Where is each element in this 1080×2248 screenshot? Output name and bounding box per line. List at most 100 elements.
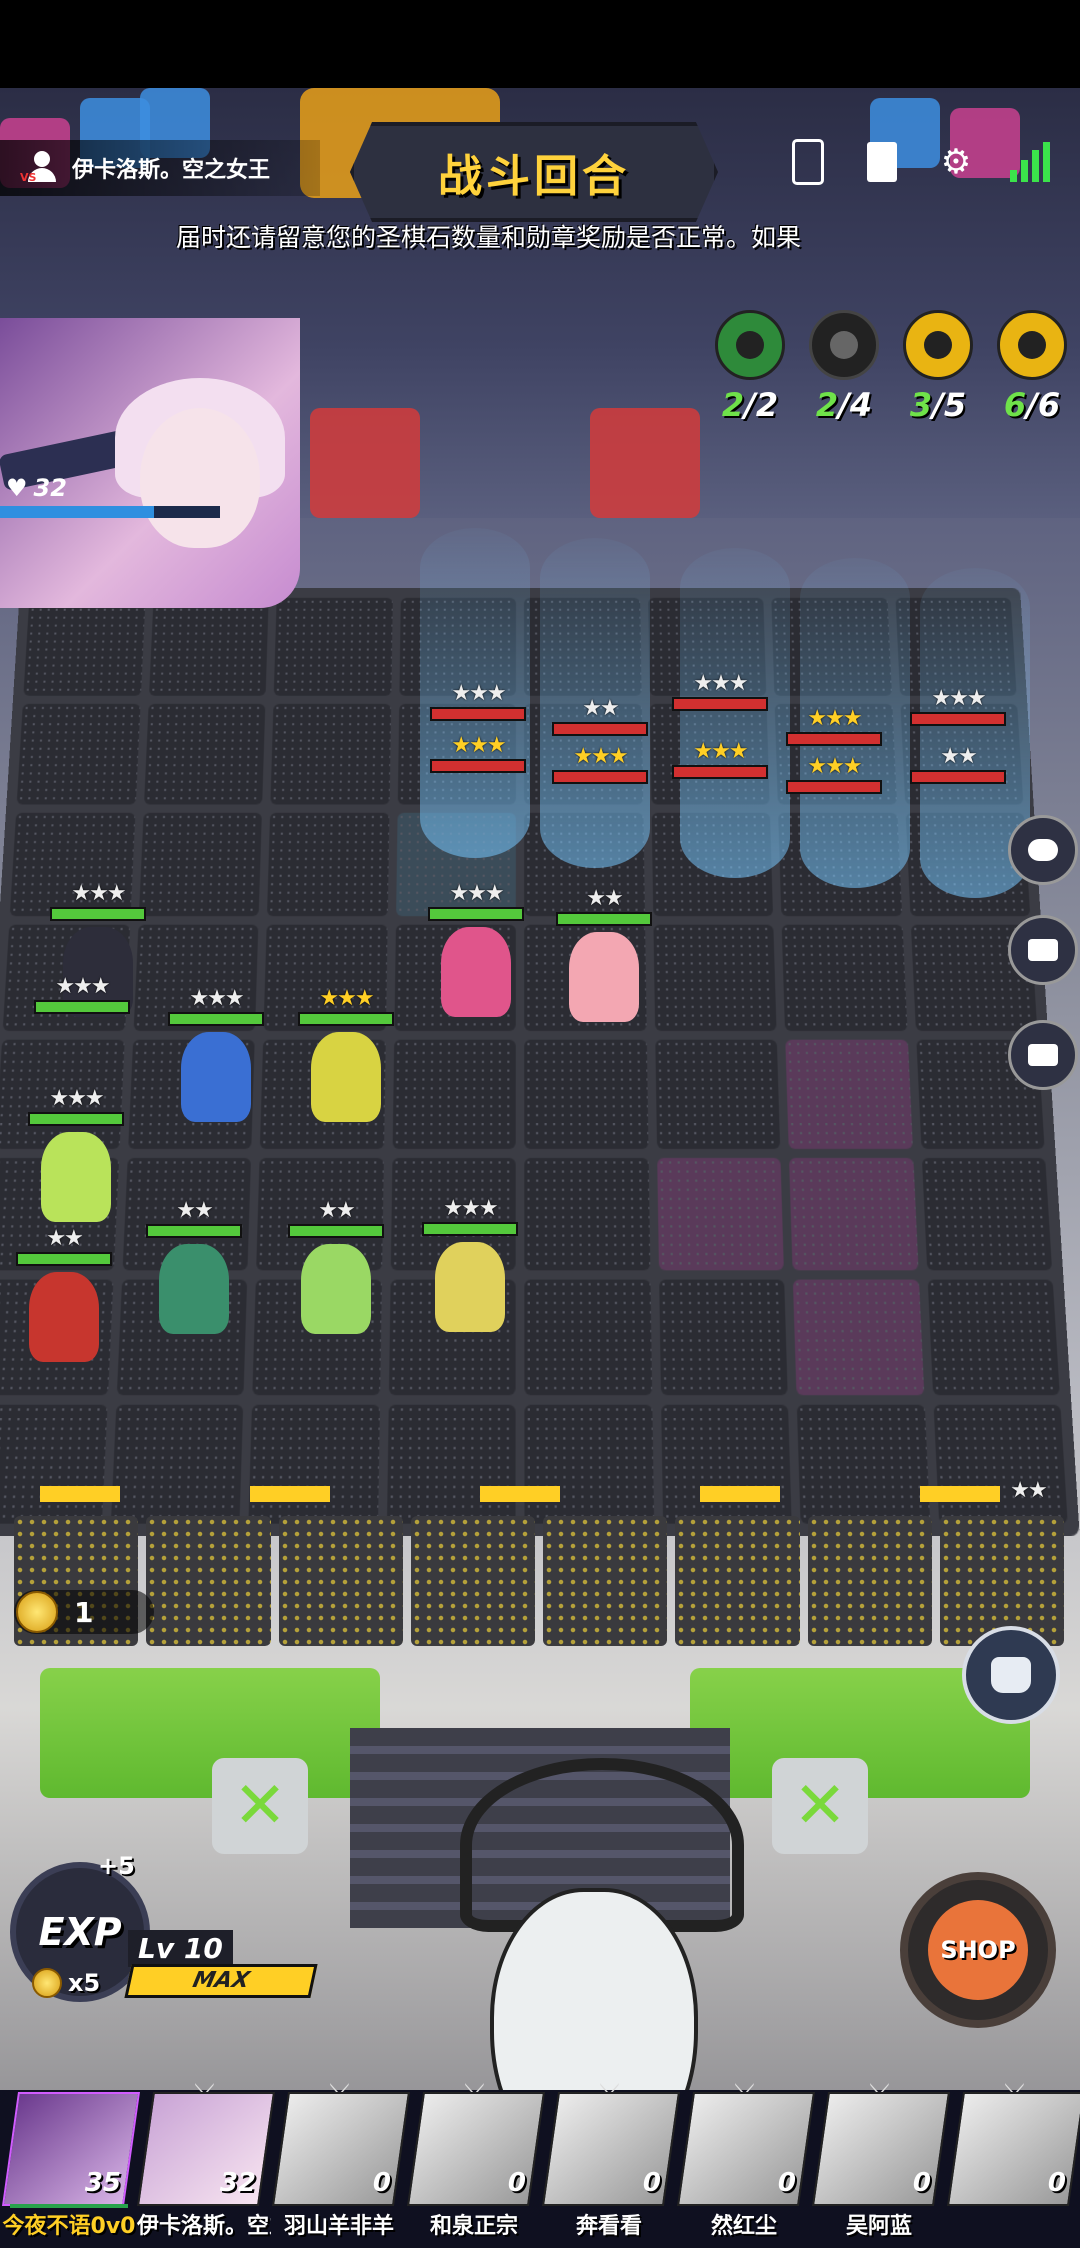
board-cell[interactable] [927,1279,1060,1396]
board-cell[interactable] [392,1039,516,1149]
ally-unit[interactable]: ★★ [288,1200,384,1334]
unit-health-bar [50,907,146,921]
board-cell[interactable] [148,597,269,696]
player-name: 和泉正宗 [429,2214,518,2239]
player-portrait [0,318,300,608]
board-cell[interactable] [652,924,777,1031]
board-cell[interactable] [23,597,146,696]
book-icon[interactable] [862,140,902,184]
board-cell[interactable] [933,1404,1068,1524]
board-cell[interactable] [110,1404,244,1524]
board-cell[interactable] [143,703,266,805]
board-cell[interactable] [266,812,389,917]
bench-slot[interactable] [675,1516,800,1646]
unit-figure [181,1032,251,1122]
board-cell[interactable] [660,1404,792,1524]
enemy-unit[interactable]: ★★★ ★★★ [786,708,882,794]
leaf-icon [715,310,785,380]
unit-figure [29,1272,99,1362]
ally-unit[interactable]: ★★★ [168,988,264,1122]
bench-slot[interactable] [410,1516,535,1646]
hood-icon [997,310,1067,380]
phone-swap-icon[interactable] [788,139,828,185]
bench-slot[interactable] [146,1516,271,1646]
ally-unit[interactable]: ★★ [16,1228,112,1362]
shop-button[interactable]: SHOP [900,1872,1056,2028]
player-hp-value: 35 [84,2168,121,2198]
board-cell[interactable] [524,1157,650,1271]
synergy-item[interactable]: 3/5 [902,310,974,424]
unit-figure [311,1032,381,1122]
board-cell[interactable] [921,1157,1053,1271]
top-icon-bar: ⚙ [788,139,1050,185]
level-max-bar: MAX [124,1964,318,1998]
board-cell[interactable] [524,1279,652,1396]
player-hp-value: 0 [912,2168,931,2198]
gold-value: 1 [74,1595,94,1629]
enemy-unit[interactable]: ★★★ ★★★ [430,683,526,773]
board-cell[interactable] [0,1404,107,1524]
star-rank: ★★ [582,696,619,721]
board-cell[interactable] [386,1404,516,1524]
unit-figure [569,932,639,1022]
star-rank: ★★★ [807,706,862,731]
bench-unit[interactable]: ★★ [980,1480,1076,1502]
player-slot[interactable]: 35 今夜不语0v0 [0,2090,141,2248]
chat-button[interactable] [1008,815,1078,885]
ally-unit[interactable]: ★★ [556,888,652,1022]
enemy-unit[interactable]: ★★ ★★★ [552,698,648,784]
star-rank: ★★★ [319,986,374,1011]
enemy-unit[interactable]: ★★★ ★★ [910,688,1006,784]
star-rank: ★★★ [931,686,986,711]
player-hp-value: 0 [1047,2168,1066,2198]
player-slot[interactable]: ⚔ 0 奔看看 [540,2078,681,2248]
board-cell[interactable] [781,924,907,1031]
bench-slot[interactable] [543,1516,668,1646]
ally-unit[interactable]: ★★★ [298,988,394,1122]
ally-unit[interactable]: ★★ [146,1200,242,1334]
player-slot[interactable]: ⚔ 0 然红尘 [675,2078,816,2248]
board-cell[interactable] [16,703,141,805]
bench-slot[interactable] [278,1516,403,1646]
ally-unit[interactable]: ★★★ [28,1088,124,1222]
board-cell[interactable] [792,1279,924,1396]
player-slot[interactable]: ⚔ 32 伊卡洛斯。空之女王 [135,2078,276,2248]
board-cell[interactable] [654,1039,781,1149]
board-cell[interactable] [248,1404,380,1524]
bench-slot[interactable] [807,1516,932,1646]
board-cell[interactable] [796,1404,930,1524]
board-cell[interactable] [524,1404,654,1524]
board-cell[interactable] [785,1039,913,1149]
synergy-count: 3/5 [909,386,967,424]
player-slot[interactable]: ⚔ 0 羽山羊非羊 [270,2078,411,2248]
player-slot[interactable]: ⚔ 0 [945,2078,1080,2248]
ally-unit[interactable]: ★★★ [34,976,130,1014]
player-slot[interactable]: ⚔ 0 吴阿蓝 [810,2078,951,2248]
ally-unit[interactable]: ★★★ [428,883,524,1017]
player-slot[interactable]: ⚔ 0 和泉正宗 [405,2078,546,2248]
unit-health-bar [430,759,526,773]
synergy-item[interactable]: 2/2 [714,310,786,424]
star-rank: ★★★ [49,1086,104,1111]
player-hp-bar [0,506,220,518]
exp-cost-value: x5 [68,1969,101,1997]
star-rank: ★★★ [451,681,506,706]
enemy-unit[interactable]: ★★★ ★★★ [672,673,768,779]
inventory-button[interactable] [962,1626,1060,1724]
unit-figure [301,1244,371,1334]
board-cell[interactable] [656,1157,784,1271]
battle-log-button[interactable] [1008,1020,1078,1090]
ally-unit[interactable]: ★★★ [422,1198,518,1332]
star-rank: ★★ [940,744,977,769]
synergy-item[interactable]: 2/4 [808,310,880,424]
board-cell[interactable] [270,703,391,805]
player-hp-value: 0 [372,2168,391,2198]
board-cell[interactable] [789,1157,918,1271]
board-cell[interactable] [524,1039,648,1149]
board-cell[interactable] [658,1279,788,1396]
player-list-button[interactable] [1008,915,1078,985]
board-cell[interactable] [273,597,393,696]
synergy-item[interactable]: 6/6 [996,310,1068,424]
gear-icon[interactable]: ⚙ [936,140,976,184]
board-cell[interactable] [138,812,262,917]
